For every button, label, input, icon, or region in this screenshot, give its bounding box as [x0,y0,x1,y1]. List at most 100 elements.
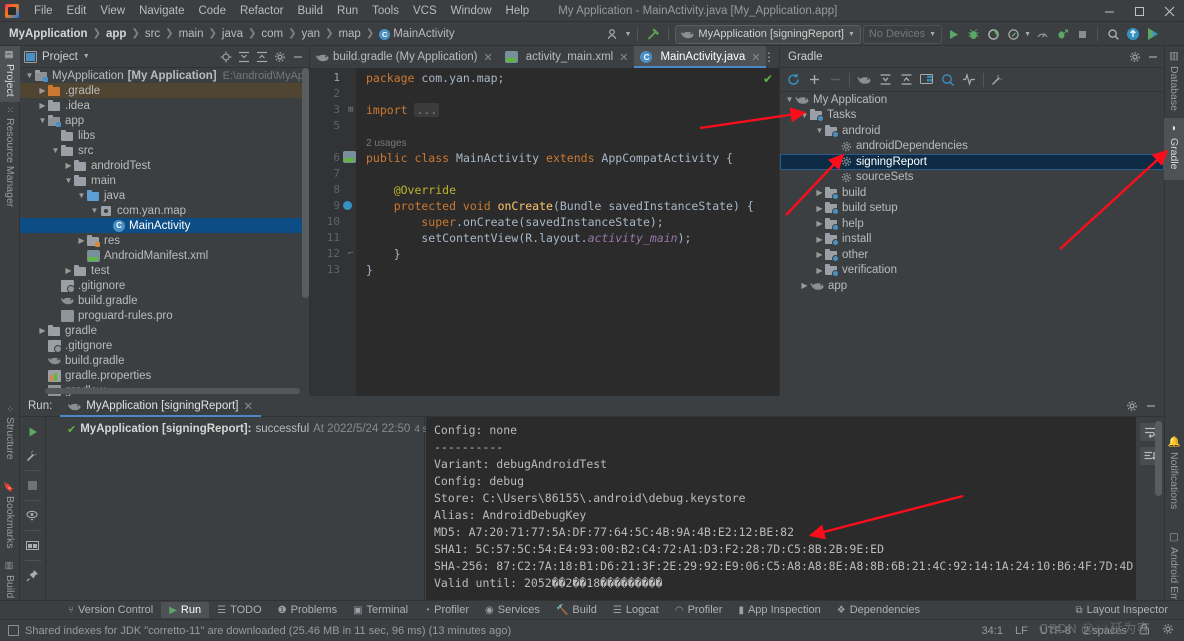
project-tree-row[interactable]: ▶androidTest [20,158,309,173]
menu-bar[interactable]: File Edit View Navigate Code Refactor Bu… [27,3,536,19]
sidebar-item-project[interactable]: ▤ Project [0,46,20,102]
settings-gear-icon[interactable] [1127,49,1142,64]
breadcrumb-yan[interactable]: yan [299,27,324,41]
chevron-down-icon[interactable]: ▼ [63,176,74,185]
expand-all-icon[interactable] [236,49,251,64]
project-tree-row[interactable]: ▶test [20,263,309,278]
profile-icon[interactable] [604,25,622,43]
chevron-down-icon[interactable]: ▼ [76,191,87,200]
project-tree-row[interactable]: .gitignore [20,338,309,353]
chevron-right-icon[interactable]: ▶ [799,281,810,290]
toolbar-item-version-control[interactable]: ⑂ Version Control [60,602,161,618]
chevron-down-icon[interactable]: ▼ [784,95,795,104]
gear-icon[interactable] [1162,623,1174,638]
project-tree-row[interactable]: ▼MyApplication[My Application]E:\android… [20,68,309,83]
breadcrumb-com[interactable]: com [258,27,286,41]
fold-end-icon[interactable]: ⌐ [348,249,353,259]
hide-panel-icon[interactable] [290,49,305,64]
gradle-tree-row[interactable]: ▶build [780,185,1164,201]
chevron-down-icon[interactable]: ▼ [814,126,825,135]
menu-edit[interactable]: Edit [60,3,94,19]
breadcrumb-app[interactable]: app [103,27,129,41]
profile-caret-icon[interactable]: ▼ [624,31,631,38]
build-tools-icon[interactable] [988,70,1008,90]
menu-view[interactable]: View [93,3,132,19]
project-tree-row[interactable]: ▶gradle [20,323,309,338]
chevron-down-icon[interactable]: ▼ [799,111,810,120]
tab-mainactivity-java[interactable]: C MainActivity.java ✕ [634,46,766,68]
device-selector[interactable]: No Devices ▼ [863,25,942,44]
chevron-right-icon[interactable]: ▶ [814,204,825,213]
toolbar-item-profiler[interactable]: ◔ Profiler [416,602,477,618]
close-button[interactable] [1154,0,1184,22]
stop-icon[interactable] [23,475,43,495]
gradle-tree-row[interactable]: signingReport [780,154,1164,170]
add-icon[interactable] [804,70,824,90]
gradle-tree-row[interactable]: ▼android [780,123,1164,139]
chevron-down-icon[interactable]: ▼ [848,31,855,38]
project-tree-row[interactable]: build.gradle [20,353,309,368]
locate-icon[interactable] [218,49,233,64]
menu-tools[interactable]: Tools [365,3,406,19]
project-tree-row[interactable]: libs [20,128,309,143]
menu-navigate[interactable]: Navigate [132,3,191,19]
run-result-node[interactable]: ✔ MyApplication [signingReport]: success… [47,421,424,437]
run-icon[interactable] [944,25,962,43]
project-tree-row[interactable]: ▶.gradle [20,83,309,98]
menu-run[interactable]: Run [330,3,365,19]
stop-icon[interactable] [1073,25,1091,43]
sidebar-item-bookmarks[interactable]: 🔖 Bookmarks [0,477,20,557]
project-tree-row[interactable]: ▼java [20,188,309,203]
breadcrumb-main[interactable]: main [176,27,207,41]
execute-gradle-task-icon[interactable] [854,70,874,90]
pin-icon[interactable] [23,565,43,585]
menu-window[interactable]: Window [444,3,499,19]
minimize-button[interactable] [1094,0,1124,22]
chevron-right-icon[interactable]: ▶ [37,86,48,95]
run-result-tree[interactable]: ✔ MyApplication [signingReport]: success… [47,417,425,608]
project-tree-row[interactable]: ▼main [20,173,309,188]
project-tree-row[interactable]: .gitignore [20,278,309,293]
collapse-all-icon[interactable] [896,70,916,90]
avd-manager-icon[interactable] [1144,25,1162,43]
attach-debugger-icon[interactable] [1053,25,1071,43]
expand-all-icon[interactable] [875,70,895,90]
inspection-ok-icon[interactable]: ✔ [763,72,773,86]
gradle-tree-row[interactable]: ▶build setup [780,201,1164,217]
chevron-right-icon[interactable]: ▶ [37,326,48,335]
collapse-all-icon[interactable] [254,49,269,64]
toolbar-item-run[interactable]: ▶ Run [161,602,209,618]
related-layout-icon[interactable] [343,151,356,163]
project-tree-scrollbar[interactable] [302,68,309,368]
tab-activity-main-xml[interactable]: activity_main.xml ✕ [499,46,635,68]
breadcrumb-map[interactable]: map [335,27,363,41]
debug-icon[interactable] [964,25,982,43]
sidebar-item-resource-manager[interactable]: ⁙ Resource Manager [0,102,20,234]
breadcrumb-java[interactable]: java [219,27,246,41]
chevron-down-icon[interactable]: ▼ [24,71,35,80]
project-tree-row[interactable]: ▶.idea [20,98,309,113]
chevron-right-icon[interactable]: ▶ [814,188,825,197]
toolbar-item-dependencies[interactable]: ❖ Dependencies [829,602,928,618]
override-marker-icon[interactable] [343,201,352,210]
sidebar-item-database[interactable]: ▥ Database [1164,46,1184,118]
line-separator[interactable]: LF [1015,625,1028,637]
remove-icon[interactable] [825,70,845,90]
menu-help[interactable]: Help [499,3,537,19]
run-session-tab[interactable]: MyApplication [signingReport] ✕ [60,396,261,417]
toolbar-item-services[interactable]: ◉ Services [477,602,548,618]
chevron-right-icon[interactable]: ▶ [63,161,74,170]
collapsed-imports[interactable]: ... [414,103,439,117]
project-file-tree[interactable]: ▼MyApplication[My Application]E:\android… [20,68,309,396]
run-configuration-selector[interactable]: MyApplication [signingReport] ▼ [675,25,860,44]
sdk-manager-icon[interactable] [1124,25,1142,43]
chevron-down-icon[interactable]: ▼ [929,31,936,38]
menu-code[interactable]: Code [191,3,233,19]
gradle-task-tree[interactable]: ▼My Application▼Tasks▼androidandroidDepe… [780,92,1164,396]
breadcrumb-mainactivity[interactable]: CMainActivity [376,27,457,41]
project-tree-row[interactable]: ▼app [20,113,309,128]
sidebar-item-gradle[interactable]: ◗ Gradle [1164,118,1184,180]
project-tree-row[interactable]: gradle.properties [20,368,309,383]
toggle-tests-icon[interactable] [959,70,979,90]
toolbar-item-layout-inspector[interactable]: ⧉ Layout Inspector [1068,602,1176,618]
